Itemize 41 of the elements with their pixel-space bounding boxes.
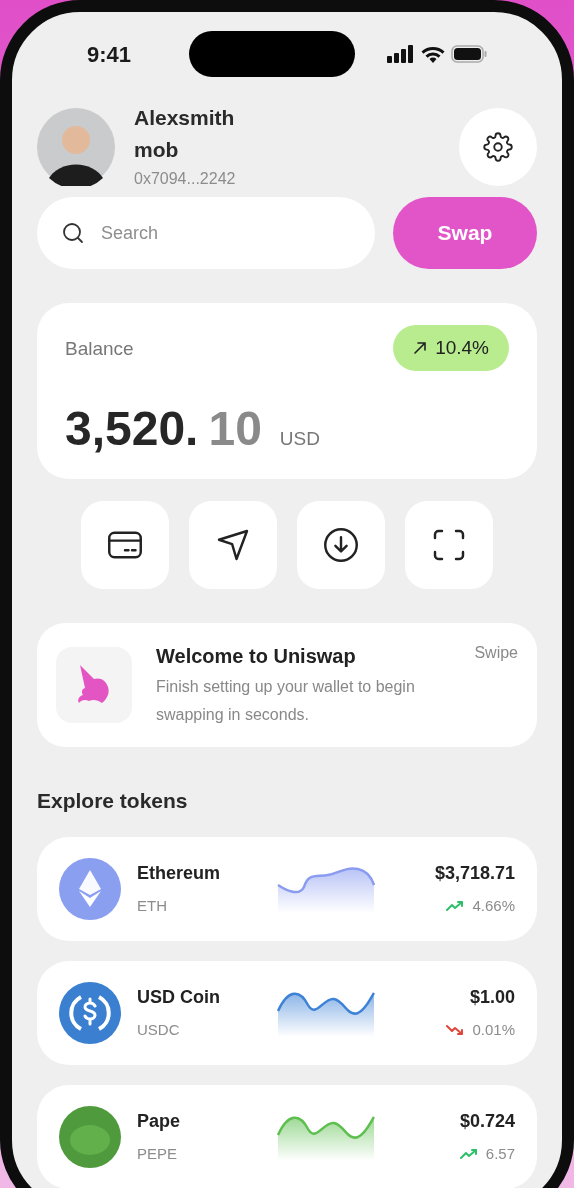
token-change: 6.57: [485, 1143, 515, 1164]
section-title: Explore tokens: [37, 788, 189, 814]
action-button[interactable]: [189, 501, 277, 589]
token-name: USD Coin: [137, 985, 221, 1009]
signal-icon: [387, 45, 415, 63]
token-price: $1.00: [469, 985, 515, 1009]
action-button[interactable]: [297, 501, 385, 589]
swipe-hint: Swipe: [474, 643, 518, 663]
frog-coin-icon: [59, 1105, 121, 1168]
status-time: 9:41: [87, 40, 133, 69]
token-card[interactable]: Pape PEPE $0.724 6.57: [37, 1084, 537, 1188]
welcome-title: Welcome to Uniswap: [156, 644, 356, 669]
profile-name: Alexsmith: [134, 105, 236, 131]
arrow-up-right-icon: [413, 341, 428, 355]
search-icon: [61, 221, 85, 245]
token-card[interactable]: Ethereum ETH $3,718.71 4.66%: [37, 836, 537, 941]
token-name: Pape: [137, 1109, 182, 1133]
token-name: Ethereum: [137, 861, 222, 885]
profile-handle: mob: [134, 137, 180, 163]
token-symbol: USDC: [137, 1019, 181, 1040]
token-symbol: PEPE: [137, 1143, 179, 1164]
wifi-icon: [421, 45, 445, 63]
wallet-address: 0x7094...2242: [134, 169, 237, 189]
token-change: 0.01%: [472, 1019, 515, 1040]
search-field[interactable]: Search: [37, 197, 375, 269]
dollar-coin-icon: [59, 981, 121, 1044]
settings-icon: [483, 132, 513, 162]
action-button[interactable]: [81, 501, 169, 589]
token-price: $3,718.71: [434, 861, 515, 885]
balance-cents: 10: [208, 401, 262, 457]
battery-icon: [451, 45, 487, 63]
token-symbol: ETH: [137, 895, 168, 916]
token-change: 4.66%: [472, 895, 515, 916]
change-badge: 10.4%: [393, 325, 509, 371]
balance-label: Balance: [65, 337, 134, 361]
currency-label: USD: [279, 427, 320, 451]
token-card[interactable]: USD Coin USDC $1.00 0.01%: [37, 960, 537, 1065]
balance-amount: 3,520.: [65, 401, 199, 457]
ethereum-icon: [59, 857, 121, 920]
token-price: $0.724: [459, 1109, 515, 1133]
welcome-text: Finish setting up your wallet to begin swapping in seconds.: [156, 677, 416, 725]
